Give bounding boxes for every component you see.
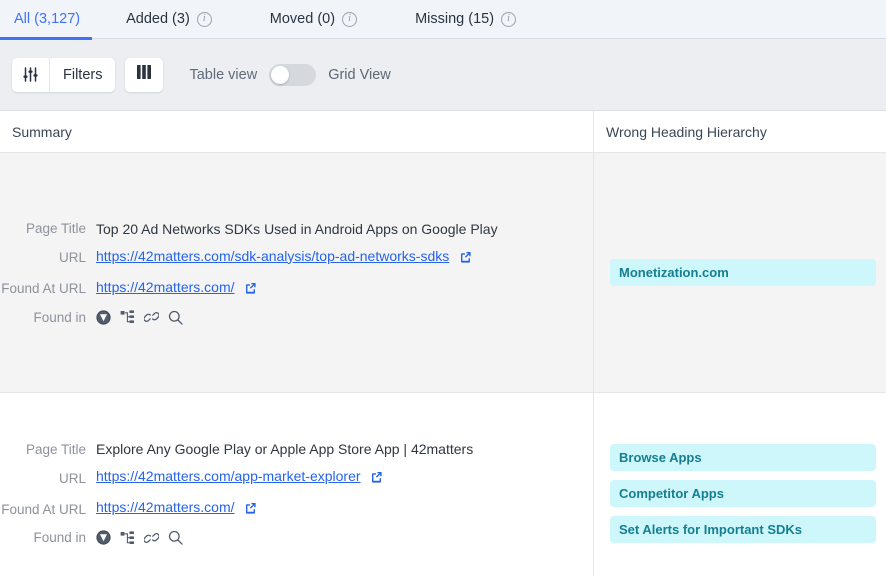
found-at-url-link[interactable]: https://42matters.com/ <box>96 279 235 295</box>
sliders-icon <box>12 58 50 92</box>
found-in-icons <box>96 310 183 325</box>
page-title-value: Explore Any Google Play or Apple App Sto… <box>96 441 473 457</box>
field-label: URL <box>0 250 96 265</box>
table-header: Summary Wrong Heading Hierarchy <box>0 111 886 153</box>
toolbar: Filters Table view Grid View <box>0 39 886 111</box>
field-label: Found in <box>0 530 96 545</box>
globe-icon[interactable] <box>96 530 111 545</box>
info-icon[interactable]: i <box>197 12 212 27</box>
tab-bar: All (3,127) Added (3) i Moved (0) i Miss… <box>0 0 886 39</box>
field-found-in: Found in <box>0 530 593 545</box>
field-url: URL https://42matters.com/sdk-analysis/t… <box>0 248 593 268</box>
heading-chip[interactable]: Competitor Apps <box>610 480 876 507</box>
heading-chip[interactable]: Set Alerts for Important SDKs <box>610 516 876 543</box>
found-in-icons <box>96 530 183 545</box>
heading-chip[interactable]: Monetization.com <box>610 259 876 286</box>
sitemap-icon[interactable] <box>120 531 135 545</box>
heading-chip-list: Monetization.com <box>594 259 886 286</box>
sitemap-icon[interactable] <box>120 310 135 324</box>
search-icon[interactable] <box>168 530 183 545</box>
row-summary-cell: Page Title Explore Any Google Play or Ap… <box>0 393 594 576</box>
external-link-icon[interactable] <box>460 250 472 268</box>
table-row: Page Title Explore Any Google Play or Ap… <box>0 393 886 576</box>
field-label: URL <box>0 471 96 486</box>
row-headings-cell: Browse Apps Competitor Apps Set Alerts f… <box>594 393 886 576</box>
heading-chip-list: Browse Apps Competitor Apps Set Alerts f… <box>594 444 886 543</box>
view-mode-toggle[interactable] <box>269 64 316 86</box>
field-label: Found At URL <box>0 502 96 517</box>
columns-icon <box>136 65 152 84</box>
column-header-wrong-heading-hierarchy[interactable]: Wrong Heading Hierarchy <box>594 111 886 152</box>
found-at-url-link[interactable]: https://42matters.com/ <box>96 499 235 515</box>
tab-missing-label: Missing (15) <box>415 11 494 27</box>
field-page-title: Page Title Explore Any Google Play or Ap… <box>0 441 593 457</box>
url-link[interactable]: https://42matters.com/sdk-analysis/top-a… <box>96 248 449 264</box>
tab-added[interactable]: Added (3) i <box>126 0 232 39</box>
field-label: Found At URL <box>0 281 96 296</box>
filters-button[interactable]: Filters <box>12 58 115 92</box>
grid-view-label: Grid View <box>328 67 391 83</box>
row-summary-cell: Page Title Top 20 Ad Networks SDKs Used … <box>0 153 594 392</box>
field-label: Page Title <box>0 442 96 457</box>
filters-button-label: Filters <box>50 58 115 92</box>
field-url: URL https://42matters.com/app-market-exp… <box>0 468 593 488</box>
field-page-title: Page Title Top 20 Ad Networks SDKs Used … <box>0 221 593 237</box>
external-link-icon[interactable] <box>245 501 257 519</box>
tab-all[interactable]: All (3,127) <box>14 0 80 39</box>
heading-chip[interactable]: Browse Apps <box>610 444 876 471</box>
external-link-icon[interactable] <box>371 470 383 488</box>
tab-added-label: Added (3) <box>126 11 190 27</box>
link-icon[interactable] <box>144 310 159 324</box>
field-label: Found in <box>0 310 96 325</box>
search-icon[interactable] <box>168 310 183 325</box>
tab-moved[interactable]: Moved (0) i <box>270 0 377 39</box>
globe-icon[interactable] <box>96 310 111 325</box>
toggle-knob <box>271 66 289 84</box>
field-found-at-url: Found At URL https://42matters.com/ <box>0 499 593 519</box>
info-icon[interactable]: i <box>501 12 516 27</box>
info-icon[interactable]: i <box>342 12 357 27</box>
url-link[interactable]: https://42matters.com/app-market-explore… <box>96 468 361 484</box>
tab-all-label: All (3,127) <box>14 11 80 27</box>
external-link-icon[interactable] <box>245 281 257 299</box>
columns-button[interactable] <box>125 58 163 92</box>
page-title-value: Top 20 Ad Networks SDKs Used in Android … <box>96 221 498 237</box>
field-label: Page Title <box>0 221 96 236</box>
field-found-at-url: Found At URL https://42matters.com/ <box>0 279 593 299</box>
field-found-in: Found in <box>0 310 593 325</box>
row-headings-cell: Monetization.com <box>594 153 886 392</box>
tab-missing[interactable]: Missing (15) i <box>415 0 536 39</box>
tab-moved-label: Moved (0) <box>270 11 335 27</box>
link-icon[interactable] <box>144 531 159 545</box>
column-header-summary[interactable]: Summary <box>0 111 594 152</box>
table-view-label: Table view <box>189 67 257 83</box>
table-row: Page Title Top 20 Ad Networks SDKs Used … <box>0 153 886 393</box>
